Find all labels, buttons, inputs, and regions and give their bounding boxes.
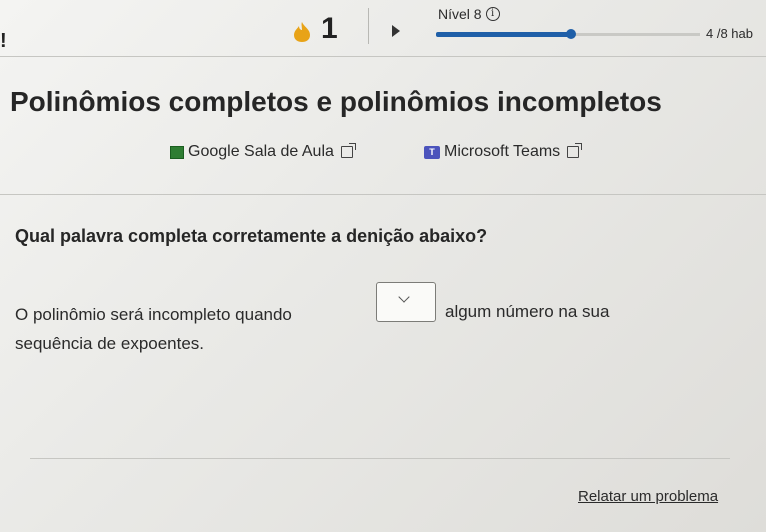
teams-icon: T: [424, 145, 440, 159]
report-problem-link[interactable]: Relatar um problema: [578, 488, 718, 505]
streak-count: 1: [321, 12, 338, 45]
microsoft-teams-link[interactable]: T Microsoft Teams: [424, 143, 583, 161]
flame-icon: [294, 22, 310, 42]
external-link-icon: [567, 143, 583, 158]
teams-label: Microsoft Teams: [444, 143, 561, 160]
sentence-end: sequência de expoentes.: [15, 334, 205, 353]
sentence-before: O polinômio será incompleto quando: [15, 305, 292, 324]
answer-dropdown[interactable]: [376, 282, 436, 322]
title-divider: [0, 194, 766, 195]
header-mark: !: [0, 30, 7, 52]
external-link-icon: [340, 143, 356, 158]
info-icon[interactable]: i: [485, 7, 500, 21]
question-prompt: Qual palavra completa corretamente a den…: [15, 226, 488, 246]
header-divider: [368, 8, 369, 44]
level-progress-bar: [436, 29, 700, 39]
level-label: Nível 8: [438, 6, 482, 22]
sentence-after: algum número na sua: [445, 302, 610, 321]
level-indicator[interactable]: Nível 8 i: [438, 6, 500, 22]
chevron-down-icon: [398, 291, 410, 303]
google-classroom-link[interactable]: Google Sala de Aula: [170, 143, 356, 161]
play-icon[interactable]: [392, 25, 400, 37]
skill-count: 4 /8 hab: [706, 26, 753, 41]
level-progress-fill: [436, 32, 571, 37]
classroom-icon: [170, 145, 184, 159]
header-bottom-divider: [0, 56, 766, 57]
question-bottom-divider: [30, 458, 730, 459]
classroom-label: Google Sala de Aula: [188, 143, 334, 160]
level-progress-knob: [565, 29, 576, 39]
page-title: Polinômios completos e polinômios incomp…: [10, 86, 662, 117]
